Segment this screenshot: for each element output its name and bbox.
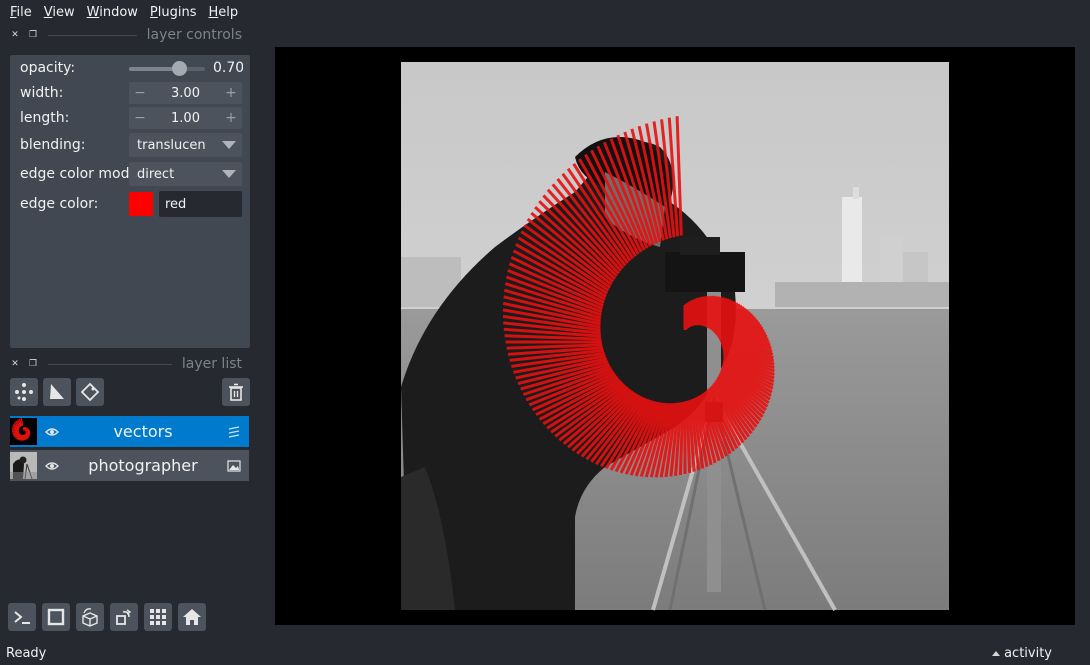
transpose-icon [116,609,132,625]
width-spinbox[interactable]: − 3.00 + [129,82,242,104]
layer-name[interactable]: vectors [67,422,219,441]
blending-dropdown[interactable]: translucen [129,133,242,157]
eye-icon [45,461,59,470]
square-icon [47,608,65,626]
layer-row-vectors[interactable]: vectors [10,416,249,447]
layer-controls-title-bar: ✕ ❐ layer controls [0,24,250,46]
edge-color-input[interactable]: red [159,191,242,217]
title-divider [48,34,137,36]
labels-icon [80,382,100,402]
image-icon [219,459,249,472]
float-dock-icon[interactable]: ❐ [28,30,38,40]
opacity-slider[interactable] [129,57,205,79]
length-decrement-button[interactable]: − [133,110,147,126]
grid-icon [150,609,166,625]
photographer-thumbnail [10,452,37,479]
menu-view[interactable]: View [38,5,81,20]
menu-bar: File View Window Plugins Help [0,0,1090,24]
layer-controls-panel: opacity: 0.70 width: − 3.00 + length: − … [10,55,250,348]
status-bar: Ready activity [0,641,1090,665]
width-increment-button[interactable]: + [224,85,238,101]
chevron-up-icon [992,650,1001,656]
width-decrement-button[interactable]: − [133,85,147,101]
eye-icon [45,427,59,436]
trash-icon [229,383,243,401]
activity-button[interactable]: activity [992,646,1082,661]
edge-color-swatch[interactable] [129,192,153,216]
edge-color-label: edge color: [20,196,99,212]
vectors-type-icon [219,425,249,439]
console-button[interactable] [8,603,36,631]
length-row: length: − 1.00 + [20,107,245,129]
points-icon [15,383,33,401]
float-dock-icon[interactable]: ❐ [28,359,38,369]
width-row: width: − 3.00 + [20,82,245,104]
layer-name[interactable]: photographer [67,456,219,475]
chevron-down-icon [222,141,236,149]
delete-layer-button[interactable] [222,378,250,406]
close-dock-icon[interactable]: ✕ [10,359,20,369]
visibility-toggle[interactable] [37,461,67,471]
new-labels-layer-button[interactable] [76,378,104,406]
opacity-value: 0.70 [213,60,243,76]
console-icon [14,611,30,624]
home-button[interactable] [178,603,206,631]
layer-buttons [10,378,250,406]
length-increment-button[interactable]: + [224,110,238,126]
edge-color-row: edge color: red [20,191,245,217]
width-value[interactable]: 3.00 [171,86,200,101]
length-spinbox[interactable]: − 1.00 + [129,107,242,129]
new-shapes-layer-button[interactable] [43,378,71,406]
opacity-row: opacity: 0.70 [20,57,245,79]
layer-list-title-bar: ✕ ❐ layer list [0,353,250,375]
blending-label: blending: [20,137,86,153]
photographer-image [401,62,949,611]
grid-view-button[interactable] [144,603,172,631]
length-value[interactable]: 1.00 [171,111,200,126]
opacity-slider-handle[interactable] [172,61,187,76]
edge-color-mode-row: edge color mode: direct [20,162,245,186]
menu-help[interactable]: Help [203,5,245,20]
menu-window[interactable]: Window [81,5,144,20]
cube-icon [82,608,98,627]
edge-color-mode-value: direct [137,166,175,182]
activity-label: activity [1004,645,1052,661]
edge-color-mode-label: edge color mode: [20,166,129,182]
length-label: length: [20,110,70,126]
home-icon [183,609,201,625]
chevron-down-icon [222,170,236,178]
title-divider [48,363,172,365]
viewer-canvas[interactable] [275,47,1075,625]
transpose-dims-button[interactable] [110,603,138,631]
canvas-render [401,62,949,611]
edge-color-mode-dropdown[interactable]: direct [129,162,242,186]
new-points-layer-button[interactable] [10,378,38,406]
vectors-thumbnail [10,418,37,445]
close-dock-icon[interactable]: ✕ [10,30,20,40]
blending-value: translucen [137,137,206,153]
shapes-icon [50,384,64,399]
opacity-label: opacity: [20,60,76,76]
menu-plugins[interactable]: Plugins [144,5,203,20]
status-text: Ready [6,645,47,661]
visibility-toggle[interactable] [37,427,67,437]
layer-row-photographer[interactable]: photographer [10,450,249,481]
layer-controls-title: layer controls [146,27,242,43]
width-label: width: [20,85,64,101]
roll-dims-button[interactable] [76,603,104,631]
layer-list-title: layer list [181,356,242,372]
ndisplay-button[interactable] [42,603,70,631]
menu-file[interactable]: File [4,5,38,20]
blending-row: blending: translucen [20,133,245,157]
